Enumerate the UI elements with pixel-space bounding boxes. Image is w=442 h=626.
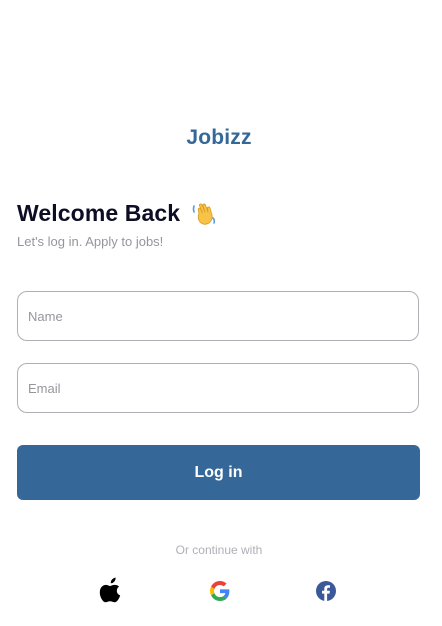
google-icon [210,580,230,606]
name-field[interactable] [17,291,419,341]
google-login-button[interactable] [205,578,235,608]
facebook-icon [316,580,336,606]
facebook-login-button[interactable] [311,578,341,608]
page-title: Welcome Back [17,199,181,226]
apple-icon [99,577,123,610]
login-button[interactable]: Log in [17,445,420,500]
app-logo-text: Jobizz [186,126,252,149]
waving-hand-icon [190,199,218,227]
name-input[interactable] [18,292,418,340]
welcome-heading: Welcome Back [17,199,218,227]
page-subtitle: Let's log in. Apply to jobs! [17,234,164,249]
apple-login-button[interactable] [96,577,126,610]
email-input[interactable] [18,364,418,412]
email-field[interactable] [17,363,419,413]
login-screen: Jobizz Welcome Back Let's log in. Apply … [0,0,442,626]
social-divider-text: Or continue with [175,543,263,557]
